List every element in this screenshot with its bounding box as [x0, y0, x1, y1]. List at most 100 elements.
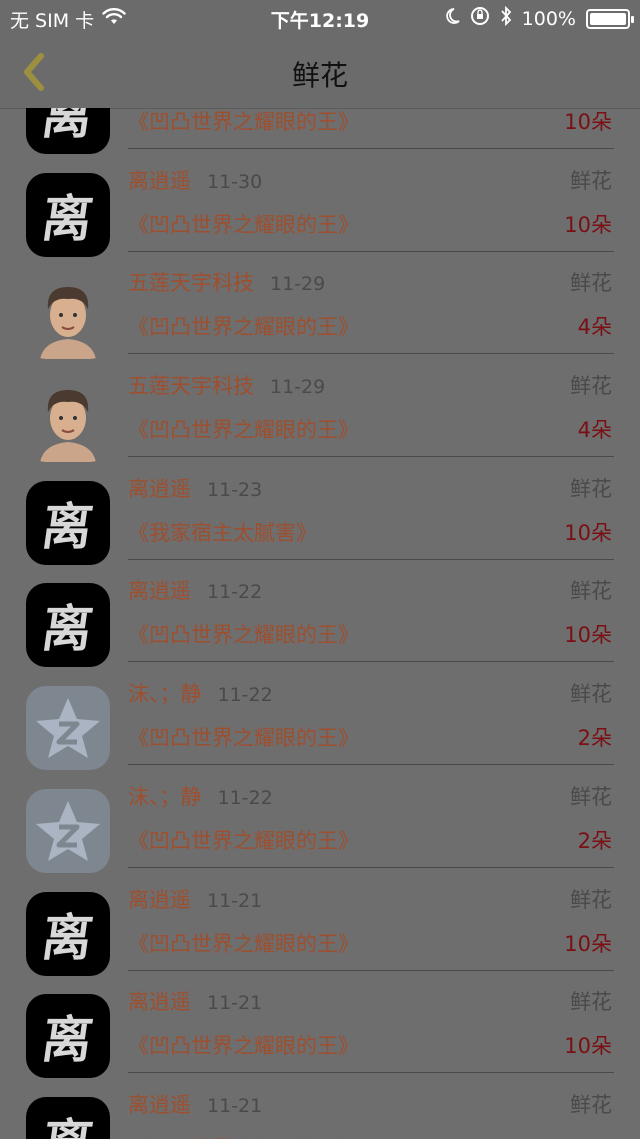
gift-type: 鲜花: [570, 682, 612, 707]
battery-fill: [590, 12, 626, 25]
donor-name: 沫、；静 11-22: [128, 781, 273, 811]
flower-count: 10朵: [564, 931, 612, 956]
row-divider: [128, 353, 614, 355]
row-divider: [128, 1072, 614, 1074]
donor-name-text: 沫、；静: [128, 682, 202, 707]
book-title: 《凹凸世界之耀眼的王》: [128, 212, 359, 237]
book-title: 《凹凸世界之耀眼的王》: [128, 623, 359, 648]
avatar[interactable]: [26, 686, 110, 771]
qq-zone-star-icon: [36, 800, 100, 861]
book-title: 《凹凸世界之耀眼的王》: [128, 931, 359, 956]
flower-count: 10朵: [564, 623, 612, 648]
flower-count: 4朵: [577, 418, 612, 443]
flower-count: 10朵: [564, 212, 612, 237]
book-title: 《凹凸世界之耀眼的王》: [128, 110, 359, 134]
avatar[interactable]: 离: [26, 480, 110, 565]
donor-name-text: 离逍遥: [128, 476, 191, 501]
flower-count: 2朵: [577, 828, 612, 853]
gift-date: 11-29: [270, 273, 326, 296]
avatar[interactable]: [26, 275, 110, 360]
gift-date: 11-30: [207, 170, 263, 193]
list-item[interactable]: 离 离逍遥 11-21 鲜花《凹凸世界之耀眼的王》 10朵: [0, 1083, 640, 1139]
qq-zone-star-icon: [36, 698, 100, 759]
list-item[interactable]: 五莲天宇科技 11-29 鲜花 《凹凸世界之耀眼的王》 4朵: [0, 261, 640, 364]
donor-name-text: 五莲天宇科技: [128, 271, 254, 296]
avatar[interactable]: [26, 788, 110, 873]
book-title: 《凹凸世界之耀眼的王》: [128, 1133, 359, 1139]
donor-name-text: 离逍遥: [128, 887, 191, 912]
row-divider: [128, 148, 614, 149]
gift-type: 鲜花: [570, 990, 612, 1015]
avatar[interactable]: [26, 378, 110, 463]
avatar[interactable]: 离: [26, 108, 110, 154]
row-divider: [128, 764, 614, 766]
gift-date: 11-22: [207, 581, 263, 604]
row-divider: [128, 866, 614, 868]
row-divider: [128, 558, 614, 560]
row-divider: [128, 969, 614, 971]
moon-icon: [444, 7, 460, 30]
row-divider: [128, 250, 614, 252]
gift-type: 鲜花: [570, 476, 612, 501]
donor-name-text: 离逍遥: [128, 168, 191, 193]
gift-date: 11-21: [207, 1094, 263, 1117]
list-item[interactable]: 离 离逍遥 11-22 鲜花《凹凸世界之耀眼的王》 10朵: [0, 569, 640, 672]
book-title: 《凹凸世界之耀眼的王》: [128, 418, 359, 443]
avatar-glyph: 离: [38, 108, 97, 145]
row-divider: [128, 456, 614, 458]
avatar-glyph: 离: [38, 907, 97, 967]
list-item[interactable]: 离离逍遥 11-30 鲜花《凹凸世界之耀眼的王》 10朵: [0, 159, 640, 262]
donor-name-text: 离逍遥: [128, 579, 191, 604]
gift-date: 11-21: [207, 889, 263, 912]
gift-type: 鲜花: [570, 374, 612, 399]
gift-type: 鲜花: [570, 168, 612, 193]
avatar-glyph: 离: [38, 496, 97, 556]
status-bar: 无 SIM 卡 下午12:19 100%: [0, 0, 640, 36]
flower-list-inner: 离离逍遥11-30鲜花《凹凸世界之耀眼的王》10朵离离逍遥11-30鲜花《凹凸世…: [0, 108, 640, 1139]
avatar[interactable]: 离: [26, 1096, 110, 1139]
battery-percent: 100%: [521, 7, 576, 30]
nav-bar: 鲜花: [0, 36, 640, 109]
avatar-glyph: 离: [38, 599, 97, 659]
donor-name: 五莲天宇科技 11-29: [128, 267, 325, 297]
gift-type: 鲜花: [570, 579, 612, 604]
flower-count: 10朵: [564, 110, 612, 134]
battery-icon: [586, 8, 634, 29]
list-item[interactable]: 沫、；静 11-22 鲜花《凹凸世界之耀眼的王》 2朵: [0, 775, 640, 878]
flower-count: 2朵: [577, 726, 612, 751]
donor-name-text: 离逍遥: [128, 1092, 191, 1117]
gift-type: 鲜花: [570, 1092, 612, 1117]
list-item[interactable]: 五莲天宇科技 11-29 鲜花《凹凸世界之耀眼的王》 4朵: [0, 364, 640, 467]
donor-name: 离逍遥 11-21: [128, 986, 262, 1016]
list-item[interactable]: 离 离逍遥 11-23 鲜花 《我家宿主太腻害》 10朵: [0, 467, 640, 570]
avatar[interactable]: 离: [26, 994, 110, 1079]
flower-count: 4朵: [577, 315, 612, 340]
gift-date: 11-23: [207, 478, 263, 501]
gift-type: 鲜花: [570, 887, 612, 912]
list-item[interactable]: 离 离逍遥 11-21 鲜花《凹凸世界之耀眼的王》 10朵: [0, 980, 640, 1083]
book-title: 《凹凸世界之耀眼的王》: [128, 1034, 359, 1059]
book-title: 《凹凸世界之耀眼的王》: [128, 726, 359, 751]
book-title: 《我家宿主太腻害》: [128, 520, 317, 545]
donor-name: 离逍遥 11-30: [128, 165, 262, 195]
donor-name: 离逍遥 11-21: [128, 1089, 262, 1119]
flower-list[interactable]: 离离逍遥11-30鲜花《凹凸世界之耀眼的王》10朵离离逍遥11-30鲜花《凹凸世…: [0, 108, 640, 1139]
donor-name: 离逍遥 11-23: [128, 473, 262, 503]
gift-type: 鲜花: [570, 784, 612, 809]
list-item[interactable]: 沫、；静 11-22 鲜花《凹凸世界之耀眼的王》 2朵: [0, 672, 640, 775]
book-title: 《凹凸世界之耀眼的王》: [128, 828, 359, 853]
gift-date: 11-22: [217, 786, 273, 809]
row-divider: [128, 661, 614, 663]
donor-name: 离逍遥 11-22: [128, 575, 262, 605]
donor-name-text: 离逍遥: [128, 990, 191, 1015]
list-item[interactable]: 离离逍遥11-30鲜花《凹凸世界之耀眼的王》10朵: [0, 108, 640, 159]
gift-date: 11-22: [217, 684, 273, 707]
avatar[interactable]: 离: [26, 583, 110, 668]
status-right: 100%: [444, 5, 634, 31]
avatar[interactable]: 离: [26, 172, 110, 257]
donor-name: 五莲天宇科技 11-29: [128, 370, 325, 400]
page-title: 鲜花: [291, 59, 348, 92]
list-item[interactable]: 离 离逍遥 11-21 鲜花《凹凸世界之耀眼的王》 10朵: [0, 878, 640, 981]
flower-count: 10朵: [564, 1133, 612, 1139]
avatar[interactable]: 离: [26, 891, 110, 976]
